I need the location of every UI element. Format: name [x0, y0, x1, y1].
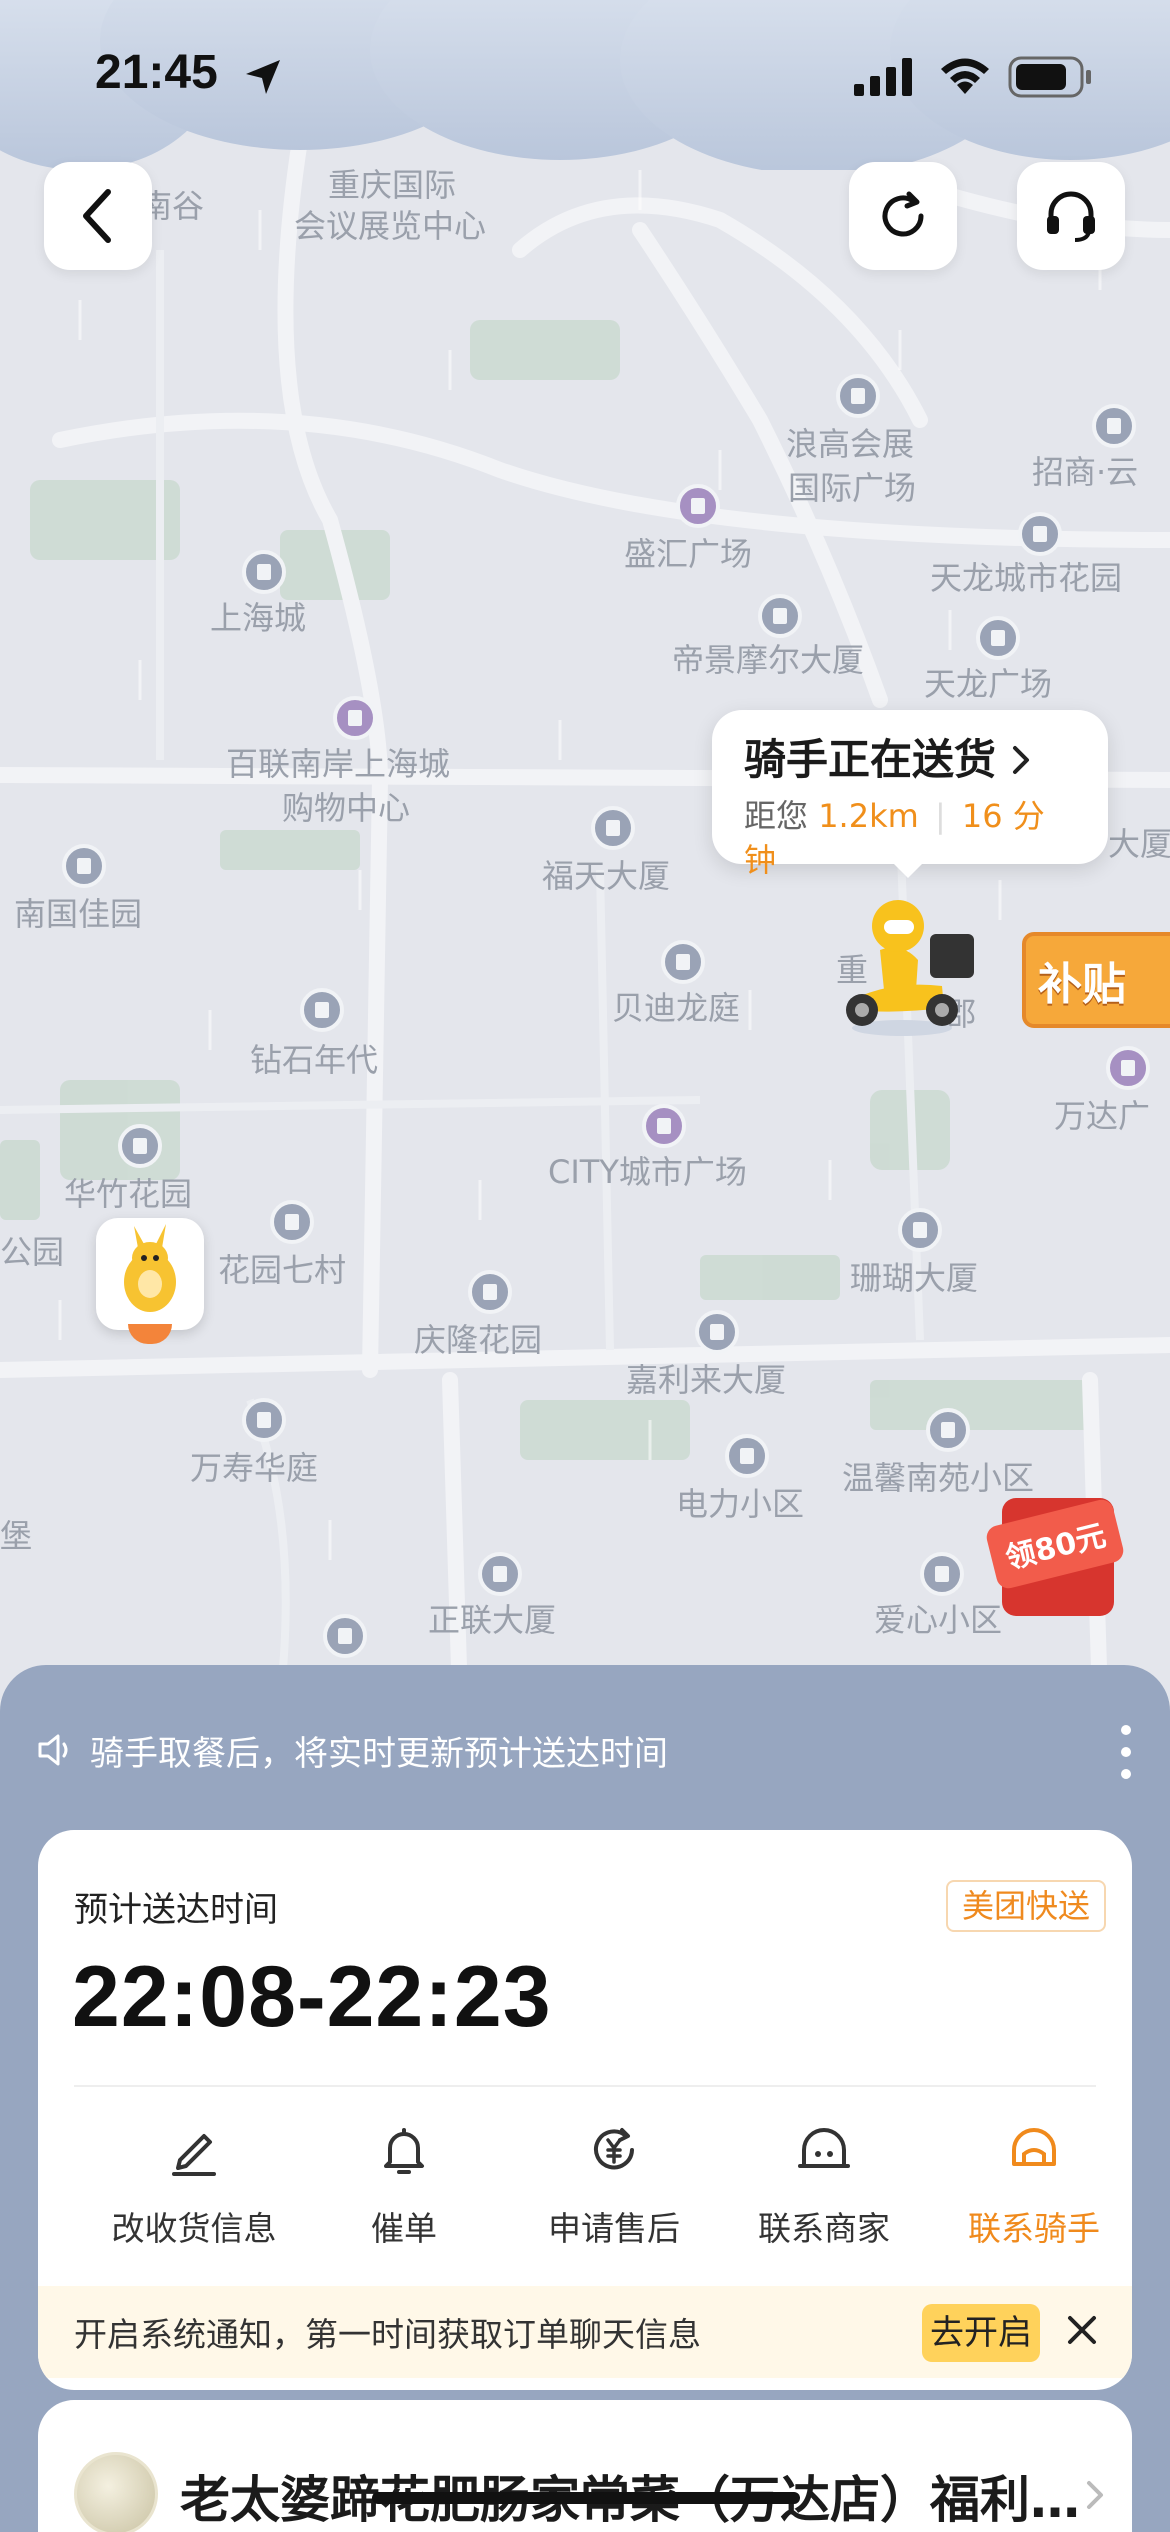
cellular-signal-icon	[854, 58, 912, 96]
delivery-eta-card: 预计送达时间 美团快送 22:08-22:23 改收货信息 催单 申请售后 联系…	[38, 1830, 1132, 2390]
notification-prompt: 开启系统通知，第一时间获取订单聊天信息 去开启	[38, 2286, 1132, 2378]
location-arrow-icon	[246, 60, 280, 94]
back-button[interactable]	[44, 162, 152, 270]
home-indicator[interactable]	[372, 2492, 800, 2504]
after-sales-button[interactable]: 申请售后	[514, 2120, 714, 2250]
customer-service-button[interactable]	[1017, 162, 1125, 270]
urge-order-button[interactable]: 催单	[304, 2120, 504, 2250]
rider-marker[interactable]	[832, 890, 982, 1040]
merchant-icon	[798, 2128, 850, 2168]
notice-text: 骑手取餐后，将实时更新预计送达时间	[90, 1733, 668, 1774]
contact-rider-button[interactable]: 联系骑手	[934, 2120, 1132, 2250]
status-bar: 21:45	[0, 0, 1170, 150]
separator: |	[934, 797, 946, 835]
wifi-icon	[941, 58, 989, 94]
shop-card[interactable]: 老太婆蹄花肥肠家常菜（万达店）福利…	[38, 2400, 1132, 2532]
notification-text: 开启系统通知，第一时间获取订单聊天信息	[74, 2315, 701, 2354]
chevron-right-icon	[1013, 746, 1030, 774]
subsidy-badge[interactable]: 补贴	[1022, 932, 1170, 1028]
enable-notification-button[interactable]: 去开启	[922, 2304, 1040, 2362]
subsidy-label: 补贴	[1038, 959, 1126, 1010]
more-options-icon[interactable]	[1120, 1722, 1132, 1782]
distance-value: 1.2km	[818, 797, 919, 835]
bell-icon	[384, 2128, 424, 2174]
kangaroo-icon	[124, 1224, 176, 1312]
contact-rider-label: 联系骑手	[968, 2209, 1100, 2248]
back-chevron-icon	[83, 189, 111, 243]
battery-icon	[1008, 56, 1091, 98]
destination-kangaroo-marker[interactable]	[96, 1218, 204, 1344]
distance-prefix: 距您	[744, 797, 809, 835]
chevron-right-icon	[1087, 2481, 1103, 2509]
rider-status-title-row: 骑手正在送货	[744, 732, 1076, 788]
shop-avatar	[74, 2452, 158, 2532]
refresh-button[interactable]	[849, 162, 957, 270]
delivery-notice: 骑手取餐后，将实时更新预计送达时间	[36, 1720, 1136, 1780]
urge-order-label: 催单	[371, 2209, 437, 2248]
divider	[74, 2085, 1096, 2087]
after-sales-label: 申请售后	[548, 2209, 680, 2248]
edit-icon	[172, 2134, 216, 2176]
close-icon[interactable]	[1062, 2310, 1102, 2350]
edit-address-button[interactable]: 改收货信息	[94, 2120, 294, 2250]
rider-distance-row: 距您 1.2km | 16 分钟	[744, 794, 1076, 882]
headset-icon	[1047, 191, 1095, 242]
contact-merchant-button[interactable]: 联系商家	[724, 2120, 924, 2250]
refund-icon	[594, 2128, 634, 2170]
speaker-icon	[38, 1734, 68, 1766]
rider-status-title: 骑手正在送货	[744, 735, 997, 784]
coupon-redpacket[interactable]: 领80元	[984, 1478, 1126, 1620]
eta-time-range: 22:08-22:23	[72, 1949, 552, 2045]
eta-label: 预计送达时间	[74, 1890, 278, 1930]
rider-scooter-icon	[846, 900, 974, 1036]
edit-address-label: 改收货信息	[111, 2209, 277, 2248]
refresh-icon	[882, 191, 924, 237]
rider-helmet-icon	[1012, 2128, 1056, 2166]
order-actions: 改收货信息 催单 申请售后 联系商家 联系骑手	[38, 2120, 1132, 2270]
delivery-service-badge: 美团快送	[945, 1880, 1106, 1932]
status-time: 21:45	[95, 46, 218, 99]
contact-merchant-label: 联系商家	[758, 2209, 890, 2248]
rider-status-bubble[interactable]: 骑手正在送货 距您 1.2km | 16 分钟	[712, 710, 1108, 879]
